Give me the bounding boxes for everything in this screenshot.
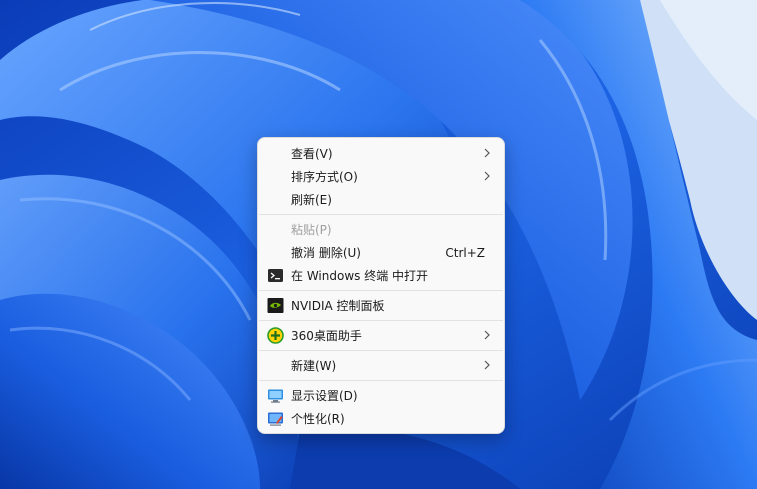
menu-item-360-desktop-assistant[interactable]: 360桌面助手 <box>258 324 504 347</box>
menu-separator <box>259 290 503 291</box>
menu-item-label: 撤消 删除(U) <box>291 246 361 260</box>
menu-item-label: NVIDIA 控制面板 <box>291 299 385 313</box>
menu-item-nvidia-control-panel[interactable]: NVIDIA 控制面板 <box>258 294 504 317</box>
chevron-right-icon <box>484 148 490 158</box>
menu-item-paste: 粘贴(P) <box>258 218 504 241</box>
menu-item-label: 刷新(E) <box>291 193 332 207</box>
menu-item-open-in-terminal[interactable]: 在 Windows 终端 中打开 <box>258 264 504 287</box>
menu-item-refresh[interactable]: 刷新(E) <box>258 188 504 211</box>
chevron-right-icon <box>484 330 490 340</box>
menu-separator <box>259 320 503 321</box>
menu-item-new[interactable]: 新建(W) <box>258 354 504 377</box>
360-icon <box>267 327 284 344</box>
nvidia-icon <box>267 298 284 313</box>
desktop-context-menu: 查看(V) 排序方式(O) 刷新(E) 粘贴(P) 撤消 删除(U) Ctrl+… <box>257 137 505 434</box>
menu-item-undo-delete[interactable]: 撤消 删除(U) Ctrl+Z <box>258 241 504 264</box>
menu-item-label: 新建(W) <box>291 359 337 373</box>
menu-separator <box>259 380 503 381</box>
menu-item-display-settings[interactable]: 显示设置(D) <box>258 384 504 407</box>
display-icon <box>268 389 283 403</box>
menu-item-label: 查看(V) <box>291 147 333 161</box>
menu-item-label: 个性化(R) <box>291 412 345 426</box>
menu-item-label: 排序方式(O) <box>291 170 358 184</box>
menu-item-personalize[interactable]: 个性化(R) <box>258 407 504 430</box>
menu-item-label: 在 Windows 终端 中打开 <box>291 269 429 283</box>
menu-item-sort-by[interactable]: 排序方式(O) <box>258 165 504 188</box>
menu-separator <box>259 350 503 351</box>
menu-item-view[interactable]: 查看(V) <box>258 142 504 165</box>
menu-separator <box>259 214 503 215</box>
terminal-icon <box>268 269 283 282</box>
personalize-icon <box>268 412 283 426</box>
shortcut-label: Ctrl+Z <box>445 245 485 260</box>
chevron-right-icon <box>484 360 490 370</box>
menu-item-label: 360桌面助手 <box>291 329 362 343</box>
menu-item-label: 显示设置(D) <box>291 389 358 403</box>
chevron-right-icon <box>484 171 490 181</box>
menu-item-label: 粘贴(P) <box>291 223 332 237</box>
